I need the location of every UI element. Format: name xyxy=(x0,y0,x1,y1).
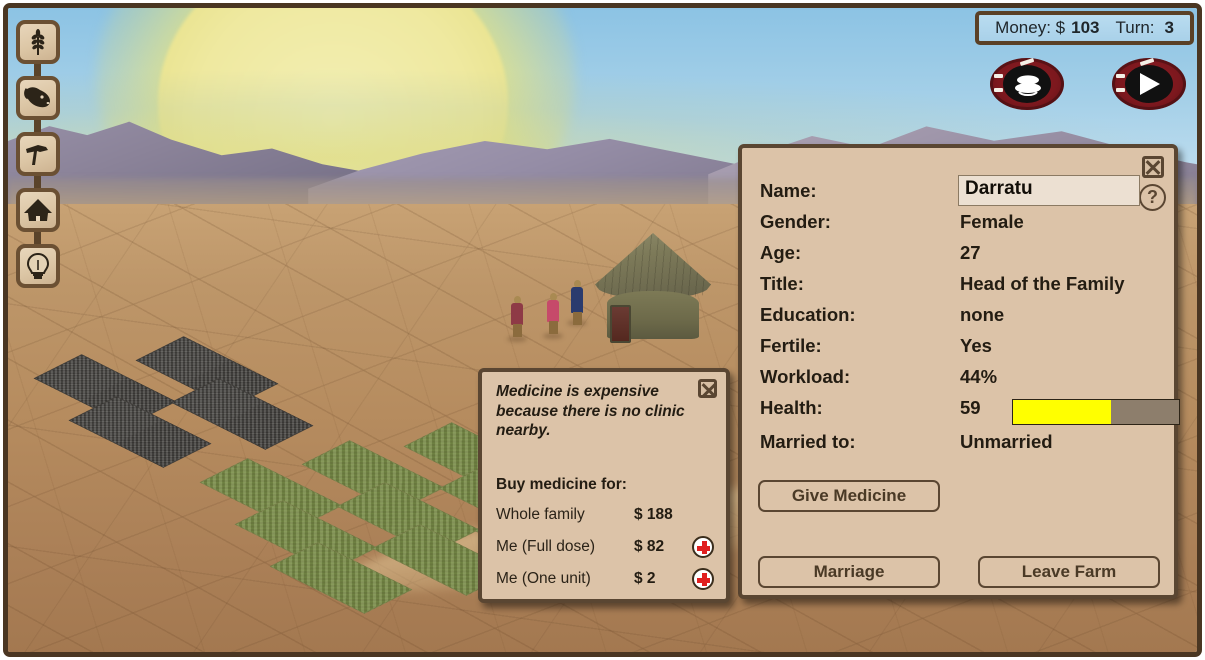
money-value: 103 xyxy=(1071,18,1100,37)
row-label: Title: xyxy=(760,273,804,294)
option-label: Me (One unit) xyxy=(496,570,591,587)
medicine-option-row: Me (Full dose) $ 82 xyxy=(496,536,716,566)
row-value: Yes xyxy=(960,335,992,356)
info-row-married: Married to: Unmarried xyxy=(760,431,1156,462)
status-bar: Money: $ 103 Turn: 3 xyxy=(975,11,1194,45)
row-label: Name: xyxy=(760,180,817,201)
info-row-age: Age: 27 xyxy=(760,242,1156,273)
row-label: Fertile: xyxy=(760,335,822,356)
buy-medicine-icon[interactable] xyxy=(692,568,714,590)
marriage-button[interactable]: Marriage xyxy=(758,556,940,588)
option-price: $ 82 xyxy=(634,538,665,555)
turn-value: 3 xyxy=(1164,18,1174,37)
money-label: Money: $ xyxy=(995,18,1066,37)
tribal-notch xyxy=(1116,88,1125,92)
row-value: 27 xyxy=(960,242,981,263)
villager-legs xyxy=(572,312,582,325)
row-value: 44% xyxy=(960,366,998,387)
wheat-icon xyxy=(31,29,45,55)
tribal-notch xyxy=(994,88,1003,92)
option-price: $ 2 xyxy=(634,570,656,587)
row-label: Gender: xyxy=(760,211,831,232)
villager-legs xyxy=(512,324,522,337)
sidebar-item-crops[interactable] xyxy=(16,20,60,64)
info-row-gender: Gender: Female xyxy=(760,211,1156,242)
row-value: Female xyxy=(960,211,1024,232)
row-label: Married to: xyxy=(760,431,856,452)
stacked-discs-icon xyxy=(1015,75,1041,96)
game-frame: Money: $ 103 Turn: 3 ? Name: Darratu Gen… xyxy=(3,3,1202,657)
medicine-heading: Buy medicine for: xyxy=(496,476,627,493)
info-row-workload: Workload: 44% xyxy=(760,366,1156,397)
turn-label: Turn: xyxy=(1115,18,1155,37)
close-icon[interactable] xyxy=(1142,156,1164,178)
option-label: Whole family xyxy=(496,506,585,523)
sidebar-item-livestock[interactable] xyxy=(16,76,60,120)
info-row-fertile: Fertile: Yes xyxy=(760,335,1156,366)
medicine-option-row: Me (One unit) $ 2 xyxy=(496,568,716,598)
row-value: Head of the Family xyxy=(960,273,1125,294)
end-turn-button[interactable] xyxy=(1112,57,1186,110)
sidebar-item-buildings[interactable] xyxy=(16,188,60,232)
info-row-title: Title: Head of the Family xyxy=(760,273,1156,304)
health-bar-fill xyxy=(1013,400,1111,424)
give-medicine-button[interactable]: Give Medicine xyxy=(758,480,940,512)
cow-head-icon xyxy=(24,87,50,108)
market-button[interactable] xyxy=(990,57,1064,110)
row-value: 59 xyxy=(960,397,981,418)
villager-robe xyxy=(571,287,583,313)
row-label: Education: xyxy=(760,304,856,325)
play-triangle-icon xyxy=(1140,73,1160,95)
name-input[interactable]: Darratu xyxy=(958,175,1140,206)
lightbulb-icon xyxy=(26,252,50,279)
hut-door xyxy=(610,305,631,343)
sidebar-item-ideas[interactable] xyxy=(16,244,60,288)
tribal-notch xyxy=(994,74,1003,78)
villager-robe xyxy=(547,300,559,322)
info-row-health: Health: 59 xyxy=(760,397,1180,428)
row-label: Workload: xyxy=(760,366,851,387)
hut-icon xyxy=(24,199,52,221)
info-row-education: Education: none xyxy=(760,304,1156,335)
row-label: Health: xyxy=(760,397,823,418)
medicine-option-row: Whole family $ 188 xyxy=(496,506,716,534)
option-price: $ 188 xyxy=(634,506,673,523)
hut[interactable] xyxy=(593,233,713,343)
health-bar xyxy=(1012,399,1180,425)
info-row-name: Name: Darratu xyxy=(760,175,1156,211)
tribal-notch xyxy=(1116,74,1125,78)
game-screen: Money: $ 103 Turn: 3 ? Name: Darratu Gen… xyxy=(0,0,1205,660)
row-value: none xyxy=(960,304,1005,325)
option-label: Me (Full dose) xyxy=(496,538,596,555)
row-value: Unmarried xyxy=(960,431,1053,452)
leave-farm-button[interactable]: Leave Farm xyxy=(978,556,1160,588)
medicine-note: Medicine is expensive because there is n… xyxy=(496,383,685,440)
hammer-icon xyxy=(26,145,48,165)
hut-roof xyxy=(595,233,711,299)
villager-legs xyxy=(548,321,558,334)
villager-robe xyxy=(511,303,523,325)
row-label: Age: xyxy=(760,242,802,263)
character-panel: ? Name: Darratu Gender: Female Age: 27 T… xyxy=(738,144,1180,599)
close-icon[interactable] xyxy=(698,379,717,398)
sidebar-item-tools[interactable] xyxy=(16,132,60,176)
buy-medicine-icon[interactable] xyxy=(692,536,714,558)
medicine-panel: Medicine is expensive because there is n… xyxy=(478,368,730,603)
